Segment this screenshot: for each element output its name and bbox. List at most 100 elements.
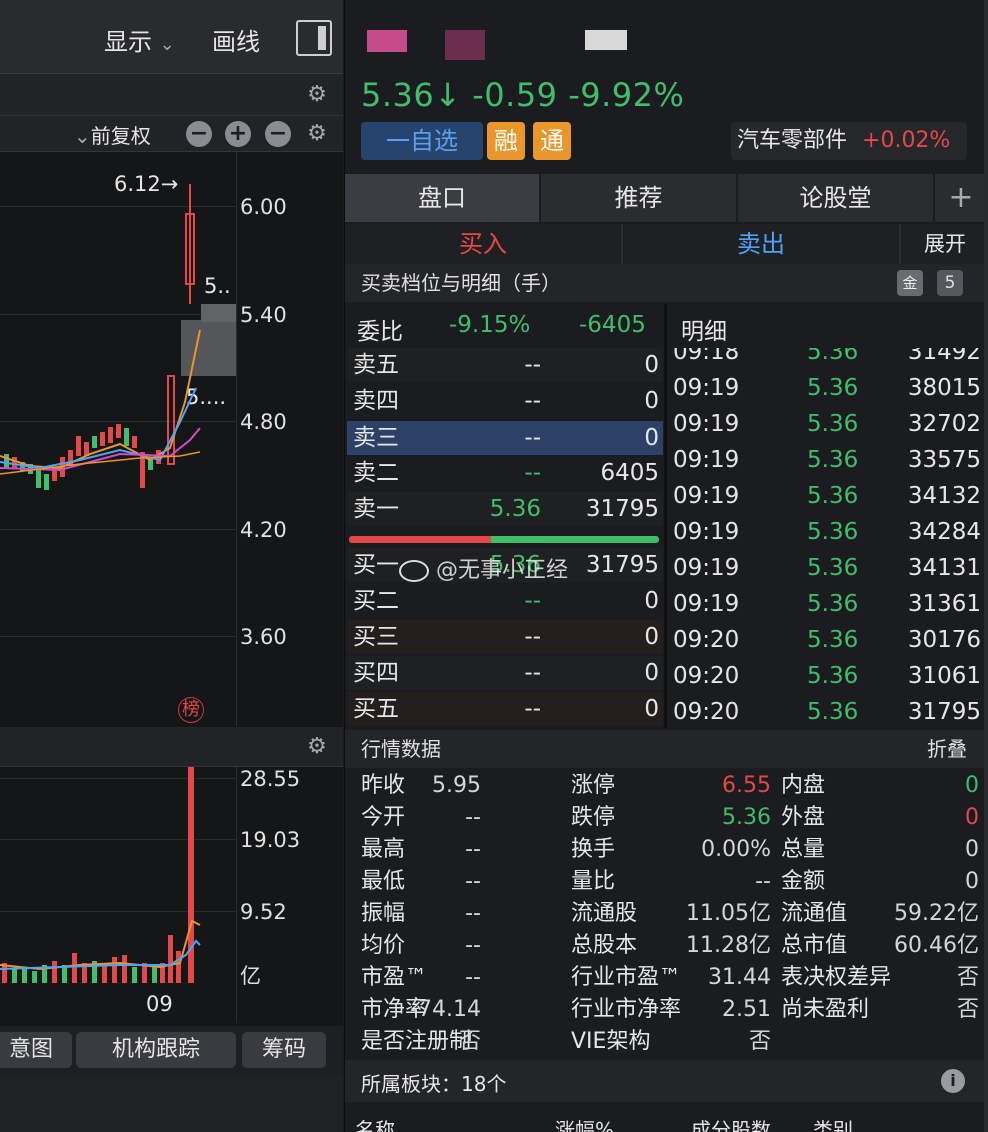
candle	[76, 436, 81, 456]
level2-icon[interactable]: 金	[897, 270, 923, 296]
sector-chip[interactable]: 汽车零部件 +0.02%	[731, 122, 967, 160]
bid-price: --	[524, 696, 541, 722]
depth-count-badge[interactable]: 5	[937, 270, 963, 296]
volume-tick: 9.52	[240, 900, 287, 924]
chart-settings-strip: ⚙	[0, 74, 343, 116]
watermark: @无事小正经	[399, 552, 568, 584]
ask-row[interactable]: 卖四 -- 0	[347, 384, 663, 418]
market-value: --	[465, 933, 481, 958]
volume-tick: 28.55	[240, 767, 301, 791]
ask-row[interactable]: 卖二 -- 6405	[347, 456, 663, 490]
ask-price: --	[524, 352, 541, 378]
market-title: 行情数据	[361, 737, 441, 761]
market-value: 5.95	[432, 773, 481, 798]
col-count[interactable]: 成分股数	[691, 1114, 771, 1132]
remove-icon[interactable]: −	[265, 121, 291, 147]
bid-name: 买三	[353, 624, 399, 650]
ask-vol: 0	[644, 352, 659, 378]
bid-row[interactable]: 买五 -- 0	[347, 692, 663, 726]
market-value: 0	[965, 805, 979, 830]
sectors-table-header: 名称 涨幅% 成分股数 类别	[345, 1102, 988, 1132]
sectors-bar: 所属板块：18个 i	[345, 1060, 988, 1102]
col-change[interactable]: 涨幅%	[555, 1114, 614, 1132]
trade-detail-list: 09:18 5.36 31492 09:19 5.36 38015 09:19 5.36 3…	[667, 348, 988, 728]
gear-icon[interactable]: ⚙	[305, 735, 329, 759]
adjust-select[interactable]: ⌄前复权	[74, 120, 151, 149]
candle	[124, 428, 129, 446]
candlestick-chart	[0, 184, 236, 490]
detail-row: 09:19 5.36 32702	[673, 411, 981, 437]
main-tabs: 盘口 推荐 论股堂 +	[345, 174, 988, 222]
rank-badge-icon[interactable]: 榜	[178, 697, 204, 723]
candle	[36, 470, 41, 488]
ask-vol: 6405	[600, 460, 659, 486]
draw-menu[interactable]: 画线	[212, 22, 260, 57]
display-menu[interactable]: 显示 ⌄	[104, 22, 175, 57]
volume-chart	[0, 767, 201, 983]
watchlist-button[interactable]: 一自选	[361, 122, 483, 160]
panel-toggle-icon[interactable]	[296, 20, 332, 56]
detail-row: 09:19 5.36 31361	[673, 591, 981, 617]
market-grid: 昨收 5.95 涨停 6.55 内盘 0 今开 -- 跌停 5.36 外盘 0 最高 -- 换手 0.00% 总…	[345, 770, 988, 1060]
y-tick: 6.00	[240, 195, 287, 219]
quote-pane: 5.36↓ -0.59 -9.92% 一自选 融 通 汽车零部件 +0.02% …	[344, 0, 988, 1132]
market-value: 6.55	[722, 773, 771, 798]
bid-row[interactable]: 买四 -- 0	[347, 656, 663, 690]
col-category[interactable]: 类别	[813, 1114, 853, 1132]
detail-row: 09:20 5.36 31061	[673, 663, 981, 689]
tab-recommend[interactable]: 推荐	[541, 174, 738, 222]
volume-tick: 19.03	[240, 828, 301, 852]
bid-vol: 31795	[585, 552, 659, 578]
market-header: 行情数据 折叠	[345, 730, 988, 768]
bid-row[interactable]: 买三 -- 0	[347, 620, 663, 654]
bid-price: --	[524, 660, 541, 686]
expand-button[interactable]: 展开	[901, 224, 988, 264]
tab-orderbook[interactable]: 盘口	[345, 174, 541, 222]
bid-vol: 0	[644, 696, 659, 722]
col-name[interactable]: 名称	[355, 1114, 395, 1132]
price-highlight-box	[181, 320, 236, 376]
chevron-down-icon: ⌄	[74, 124, 91, 148]
ask-row[interactable]: 卖一 5.36 31795	[347, 492, 663, 526]
gear-icon[interactable]: ⚙	[305, 122, 329, 146]
sector-change: +0.02%	[862, 128, 951, 153]
zoom-out-icon[interactable]: −	[186, 121, 212, 147]
ask-name: 卖三	[353, 425, 399, 451]
ratio-pct: -9.15%	[449, 312, 531, 338]
y-tick: 5.40	[240, 303, 287, 327]
bid-name: 买五	[353, 696, 399, 722]
ask-name: 卖一	[353, 496, 399, 522]
gear-icon[interactable]: ⚙	[305, 83, 329, 107]
tab-diagram[interactable]: 意图	[0, 1032, 72, 1068]
ask-name: 卖五	[353, 352, 399, 378]
market-value: --	[465, 805, 481, 830]
y-tick: 3.60	[240, 625, 287, 649]
market-value: --	[465, 901, 481, 926]
candle	[116, 424, 121, 438]
zoom-in-icon[interactable]: +	[225, 121, 251, 147]
ask-row[interactable]: 卖五 -- 0	[347, 348, 663, 382]
detail-row: 09:19 5.36 34132	[673, 483, 981, 509]
ask-row-selected[interactable]: 卖三 -- 0	[347, 421, 663, 455]
tab-chips[interactable]: 筹码	[242, 1032, 326, 1068]
tab-institution-tracking[interactable]: 机构跟踪	[76, 1032, 236, 1068]
market-value: 11.28亿	[686, 933, 771, 958]
tab-forum[interactable]: 论股堂	[738, 174, 935, 222]
market-value: -74.14	[410, 997, 481, 1022]
connect-tag[interactable]: 通	[533, 122, 571, 160]
sell-button[interactable]: 卖出	[623, 224, 901, 264]
detail-row: 09:19 5.36 34284	[673, 519, 981, 545]
buy-button[interactable]: 买入	[345, 224, 623, 264]
sell-power-bar	[491, 536, 659, 543]
detail-header: 明细	[667, 304, 988, 348]
ask-price: --	[524, 388, 541, 414]
window-edge	[984, 0, 988, 1132]
collapse-button[interactable]: 折叠	[927, 730, 967, 768]
bid-row[interactable]: 买二 -- 0	[347, 584, 663, 618]
stock-name-obscured	[445, 30, 485, 60]
add-tab-icon[interactable]: +	[935, 174, 988, 222]
info-icon[interactable]: i	[941, 1069, 965, 1093]
volume-unit: 亿	[240, 964, 261, 988]
margin-tag[interactable]: 融	[487, 122, 525, 160]
candle	[132, 436, 137, 448]
